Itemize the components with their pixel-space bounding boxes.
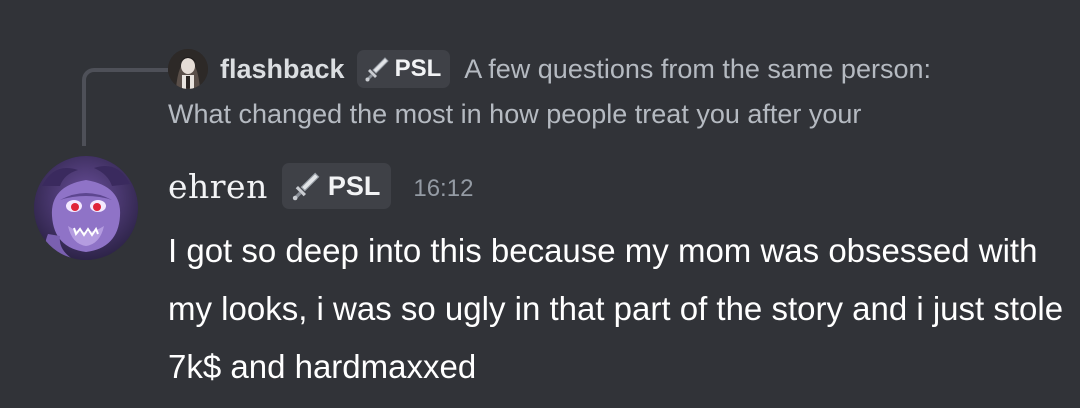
purple-cartoon-creature-icon [34, 156, 138, 260]
reply-role-tag-label: PSL [394, 55, 442, 82]
reply-avatar[interactable] [168, 49, 208, 89]
reply-connector-line [82, 68, 168, 146]
message-content: I got so deep into this because my mom w… [168, 232, 1064, 385]
author-name[interactable]: ehren [168, 167, 268, 206]
author-role-tag-label: PSL [327, 170, 381, 201]
reply-header: flashback PSL A few questions from the s… [168, 46, 1048, 92]
reply-preview-text: A few questions from the same person: [464, 53, 931, 84]
reply-author-name[interactable]: flashback [220, 54, 345, 85]
profile-photo-icon [168, 49, 208, 89]
reply-reference[interactable]: flashback PSL A few questions from the s… [168, 46, 1048, 134]
reply-role-tag[interactable]: PSL [356, 50, 451, 88]
reply-preview-text-continued: What changed the most in how people trea… [168, 99, 862, 129]
author-role-tag[interactable]: PSL [281, 163, 392, 209]
chat-message: flashback PSL A few questions from the s… [0, 0, 1080, 408]
sword-icon [292, 172, 320, 201]
author-avatar[interactable] [34, 156, 138, 260]
message-timestamp[interactable]: 16:12 [413, 175, 473, 203]
message-header: ehren PSL 16:12 [168, 160, 473, 212]
sword-icon [365, 57, 389, 82]
